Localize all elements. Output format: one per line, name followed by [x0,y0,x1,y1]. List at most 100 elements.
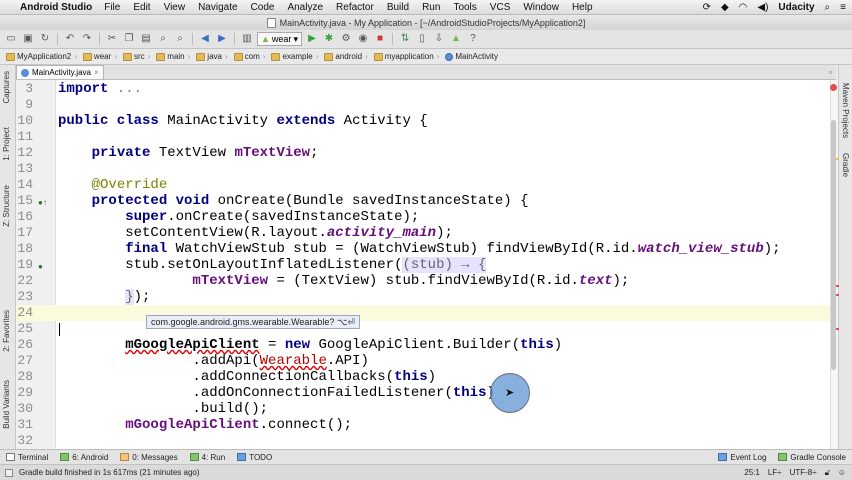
code-line[interactable]: 28 .addConnectionCallbacks(this) [16,369,830,385]
volume-icon[interactable]: ◀) [757,2,768,13]
menu-view[interactable]: View [164,2,186,13]
copy-icon[interactable]: ❐ [122,32,136,46]
tool-tab-structure[interactable]: Z: Structure [2,185,11,227]
tool-window-gradle-console[interactable]: Gradle Console [772,453,852,462]
breadcrumb-project[interactable]: MyApplication2 › [3,51,80,63]
code-line[interactable]: 31 mGoogleApiClient.connect(); [16,417,830,433]
tool-window-android[interactable]: 6: Android [54,453,114,462]
vertical-scrollbar[interactable] [831,120,836,370]
redo-icon[interactable]: ↷ [80,32,94,46]
coverage-icon[interactable]: ◉ [356,32,370,46]
menu-edit[interactable]: Edit [133,2,150,13]
cut-icon[interactable]: ✂ [105,32,119,46]
code-line[interactable]: 12 private TextView mTextView; [16,145,830,161]
undo-icon[interactable]: ↶ [63,32,77,46]
code-line[interactable]: 17 setContentView(R.layout.activity_main… [16,225,830,241]
restore-editor-icon[interactable]: ▫ [829,67,832,77]
code-line[interactable]: 19 ● stub.setOnLayoutInflatedListener((st… [16,257,830,273]
user-name[interactable]: Udacity [778,2,814,13]
spotlight-icon[interactable]: ⌕ [825,2,831,13]
code-line[interactable]: 26 mGoogleApiClient = new GoogleApiClien… [16,337,830,353]
sync-icon[interactable]: ↻ [38,32,52,46]
make-project-icon[interactable]: ▥ [240,32,254,46]
tool-tab-favorites[interactable]: 2: Favorites [2,310,11,352]
code-line[interactable]: 16 super.onCreate(savedInstanceState); [16,209,830,225]
tool-tab-project[interactable]: 1: Project [2,127,11,161]
line-separator[interactable]: LF÷ [768,468,782,478]
stop-icon[interactable]: ■ [373,32,387,46]
attach-debugger-icon[interactable]: ⚙ [339,32,353,46]
breadcrumb-example[interactable]: example › [268,51,321,63]
code-line[interactable]: 25 [16,321,830,337]
menu-build[interactable]: Build [387,2,409,13]
paste-icon[interactable]: ▤ [139,32,153,46]
debug-icon[interactable]: ✱ [322,32,336,46]
menu-vcs[interactable]: VCS [490,2,511,13]
back-icon[interactable]: ◀ [198,32,212,46]
lock-icon[interactable]: 🔓︎ [825,468,830,478]
code-line[interactable]: 9 [16,97,830,113]
run-icon[interactable]: ▶ [305,32,319,46]
tool-window-messages[interactable]: 0: Messages [114,453,183,462]
code-line[interactable]: 32 [16,433,830,449]
code-editor[interactable]: 3 import ... 9 10 public class MainActivit… [16,80,830,449]
save-all-icon[interactable]: ▣ [21,32,35,46]
code-line[interactable]: 14 @Override [16,177,830,193]
breadcrumb-com[interactable]: com › [231,51,269,63]
menu-analyze[interactable]: Analyze [287,2,323,13]
tool-tab-maven-projects[interactable]: Maven Projects [841,83,850,138]
app-menu[interactable]: Android Studio [20,2,92,13]
code-line[interactable]: 13 [16,161,830,177]
menu-refactor[interactable]: Refactor [336,2,374,13]
tool-tab-captures[interactable]: Captures [2,71,11,103]
menu-help[interactable]: Help [572,2,593,13]
status-message[interactable]: Gradle build finished in 1s 617ms (21 mi… [19,468,200,477]
menu-run[interactable]: Run [422,2,440,13]
code-line[interactable]: 11 [16,129,830,145]
replace-icon[interactable]: ⌕ [173,32,187,46]
error-status-icon[interactable] [830,84,837,91]
breadcrumb-mainactivity[interactable]: MainActivity [442,51,501,63]
forward-icon[interactable]: ▶ [215,32,229,46]
code-line-current[interactable]: 24 [16,305,830,321]
run-configuration-select[interactable]: ▲ wear ▾ [257,32,302,46]
wifi-icon[interactable]: ◠ [739,2,748,13]
breadcrumb-main[interactable]: main › [153,51,193,63]
breadcrumb-src[interactable]: src › [120,51,153,63]
tool-window-todo[interactable]: TODO [231,453,278,462]
editor-tab-mainactivity[interactable]: MainActivity.java × [16,65,104,79]
menu-tools[interactable]: Tools [453,2,476,13]
notification-center-icon[interactable]: ≡ [840,2,846,13]
breadcrumb-myapplication[interactable]: myapplication › [371,51,443,63]
menu-navigate[interactable]: Navigate [198,2,237,13]
toggle-tool-windows-icon[interactable] [5,468,13,477]
tool-window-terminal[interactable]: Terminal [0,453,54,462]
code-line[interactable]: 18 final WatchViewStub stub = (WatchView… [16,241,830,257]
code-line[interactable]: 22 mTextView = (TextView) stub.findViewB… [16,273,830,289]
code-line[interactable]: 29 .addOnConnectionFailedListener(this) [16,385,830,401]
code-line[interactable]: 10 public class MainActivity extends Acti… [16,113,830,129]
code-line[interactable]: 3 import ... [16,81,830,97]
tool-window-run[interactable]: 4: Run [184,453,232,462]
breadcrumb-module[interactable]: wear › [80,51,120,63]
code-line[interactable]: 15 ●↑ protected void onCreate(Bundle save… [16,193,830,209]
help-icon[interactable]: ? [466,32,480,46]
menu-file[interactable]: File [104,2,120,13]
open-icon[interactable]: ▭ [4,32,18,46]
auto-import-hint[interactable]: com.google.android.gms.wearable.Wearable… [146,315,360,329]
menu-code[interactable]: Code [251,2,275,13]
caret-position[interactable]: 25:1 [744,468,760,478]
tool-tab-gradle[interactable]: Gradle [841,153,850,177]
gradle-sync-icon[interactable]: ⇅ [398,32,412,46]
file-encoding[interactable]: UTF-8÷ [790,468,817,478]
breadcrumb-android[interactable]: android › [321,51,370,63]
tool-tab-build-variants[interactable]: Build Variants [2,380,11,429]
code-line[interactable]: 30 .build(); [16,401,830,417]
avd-manager-icon[interactable]: ▯ [415,32,429,46]
dropbox-icon[interactable]: ◆ [721,2,729,13]
find-icon[interactable]: ⌕ [156,32,170,46]
code-line[interactable]: 27 .addApi(Wearable.API) [16,353,830,369]
inspector-icon[interactable]: ☺︎ [838,468,846,478]
menu-window[interactable]: Window [523,2,559,13]
sdk-manager-icon[interactable]: ⇩ [432,32,446,46]
